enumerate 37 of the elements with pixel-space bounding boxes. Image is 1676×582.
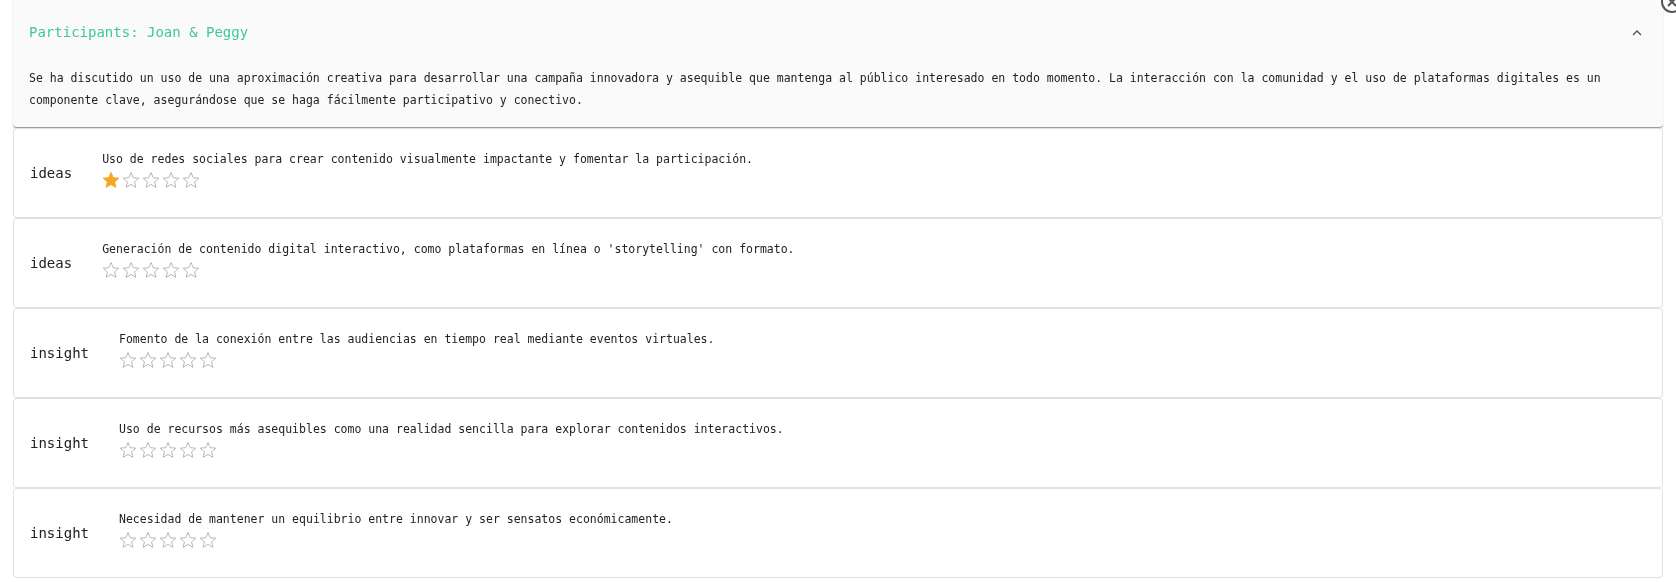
empty-star-icon[interactable] [199, 441, 217, 460]
empty-star-icon[interactable] [159, 351, 177, 370]
empty-star-icon[interactable] [162, 171, 181, 190]
summary-text: Se ha discutido un uso de una aproximación creativa para desarrollar una campaña innovadora y asequible que mantenga al público interesado en todo momento. La interacción con la comunidad y el uso de plataformas digitales es un componente clave, asegurándose que se haga fácilmente participativo y conectivo. [29, 70, 1602, 109]
empty-star-icon[interactable] [179, 441, 197, 460]
empty-star-icon[interactable] [139, 441, 157, 460]
empty-star-icon[interactable] [139, 351, 157, 370]
empty-star-icon[interactable] [122, 171, 141, 190]
empty-star-icon[interactable] [162, 261, 181, 280]
category-label: ideas [30, 253, 73, 273]
empty-star-icon[interactable] [122, 261, 141, 280]
idea-text: Necesidad de mantener un equilibrio entre innovar y ser sensatos económicamente. [119, 510, 673, 528]
empty-star-icon[interactable] [102, 261, 121, 280]
empty-star-icon[interactable] [179, 531, 197, 550]
empty-star-icon[interactable] [119, 351, 137, 370]
category-label: insight [30, 433, 89, 453]
idea-text: Uso de recursos más asequibles como una realidad sencilla para explorar contenidos interactivos. [119, 420, 784, 438]
empty-star-icon[interactable] [142, 171, 161, 190]
empty-star-icon[interactable] [179, 351, 197, 370]
empty-star-icon[interactable] [199, 351, 217, 370]
empty-star-icon[interactable] [182, 261, 201, 280]
empty-star-icon[interactable] [199, 531, 217, 550]
panel-title: Participants: Joan & Peggy [29, 23, 249, 42]
idea-text: Generación de contenido digital interactivo, como plataformas en línea o 'storytelling' con formato. [102, 240, 795, 258]
idea-text: Uso de redes sociales para crear contenido visualmente impactante y fomentar la participación. [102, 150, 753, 168]
idea-text: Fomento de la conexión entre las audiencias en tiempo real mediante eventos virtuales. [119, 330, 715, 348]
empty-star-icon[interactable] [182, 171, 201, 190]
category-label: ideas [30, 163, 73, 183]
empty-star-icon[interactable] [119, 531, 137, 550]
empty-star-icon[interactable] [159, 531, 177, 550]
category-label: insight [30, 523, 89, 543]
filled-star-icon[interactable] [102, 171, 121, 190]
empty-star-icon[interactable] [139, 531, 157, 550]
empty-star-icon[interactable] [142, 261, 161, 280]
category-label: insight [30, 343, 89, 363]
empty-star-icon[interactable] [119, 441, 137, 460]
empty-star-icon[interactable] [159, 441, 177, 460]
